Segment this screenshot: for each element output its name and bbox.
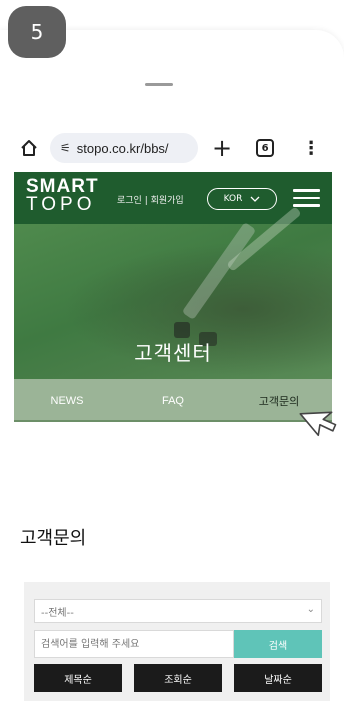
language-label: KOR [223,194,243,204]
webpage: SMART TOPO 로그인 | 회원가입 KOR 고객센터 NEWS FAQ … [14,172,332,701]
chevron-down-icon [250,196,260,202]
search-input[interactable] [34,630,234,658]
tabs-divider [14,420,332,422]
logo-line2: TOPO [26,194,96,215]
url-text: stopo.co.kr/bbs/ [76,140,169,156]
sort-by-date-button[interactable]: 날짜순 [234,664,322,692]
language-selector[interactable]: KOR [207,188,277,210]
hero-graphic [181,221,257,321]
sort-buttons: 제목순 조회순 날짜순 [34,664,322,692]
hero-title: 고객센터 [134,341,212,365]
auth-links[interactable]: 로그인 | 회원가입 [117,193,184,206]
step-badge: 5 [8,6,66,58]
step-number: 5 [30,20,44,44]
hero-banner: 고객센터 [14,206,332,379]
site-settings-icon[interactable]: ⚟ [60,141,71,155]
chevron-down-icon: ⌄ [306,604,315,615]
sort-by-title-button[interactable]: 제목순 [34,664,122,692]
category-select[interactable]: --전체-- ⌄ [34,599,322,623]
tab-faq[interactable]: FAQ [120,395,226,407]
search-button[interactable]: 검색 [234,630,322,658]
more-menu-button[interactable]: ⋮ [302,138,320,159]
sort-by-views-button[interactable]: 조회순 [134,664,222,692]
pointer-cursor-icon [299,411,337,437]
menu-icon[interactable] [293,189,320,207]
tab-switcher-button[interactable]: 6 [256,139,275,157]
hero-graphic [174,322,190,338]
drag-handle[interactable] [145,83,173,86]
section-tabs: NEWS FAQ 고객문의 [14,379,332,422]
new-tab-button[interactable]: + [212,136,232,160]
site-logo[interactable]: SMART TOPO [26,177,99,215]
browser-toolbar: ⚟ stopo.co.kr/bbs/ + 6 ⋮ [14,130,332,166]
url-bar[interactable]: ⚟ stopo.co.kr/bbs/ [50,133,198,163]
search-panel: --전체-- ⌄ 검색 제목순 조회순 날짜순 [24,582,330,701]
tab-news[interactable]: NEWS [14,395,120,407]
page-title: 고객문의 [20,528,87,549]
home-icon[interactable] [18,137,40,159]
category-select-value: --전체-- [41,607,74,619]
